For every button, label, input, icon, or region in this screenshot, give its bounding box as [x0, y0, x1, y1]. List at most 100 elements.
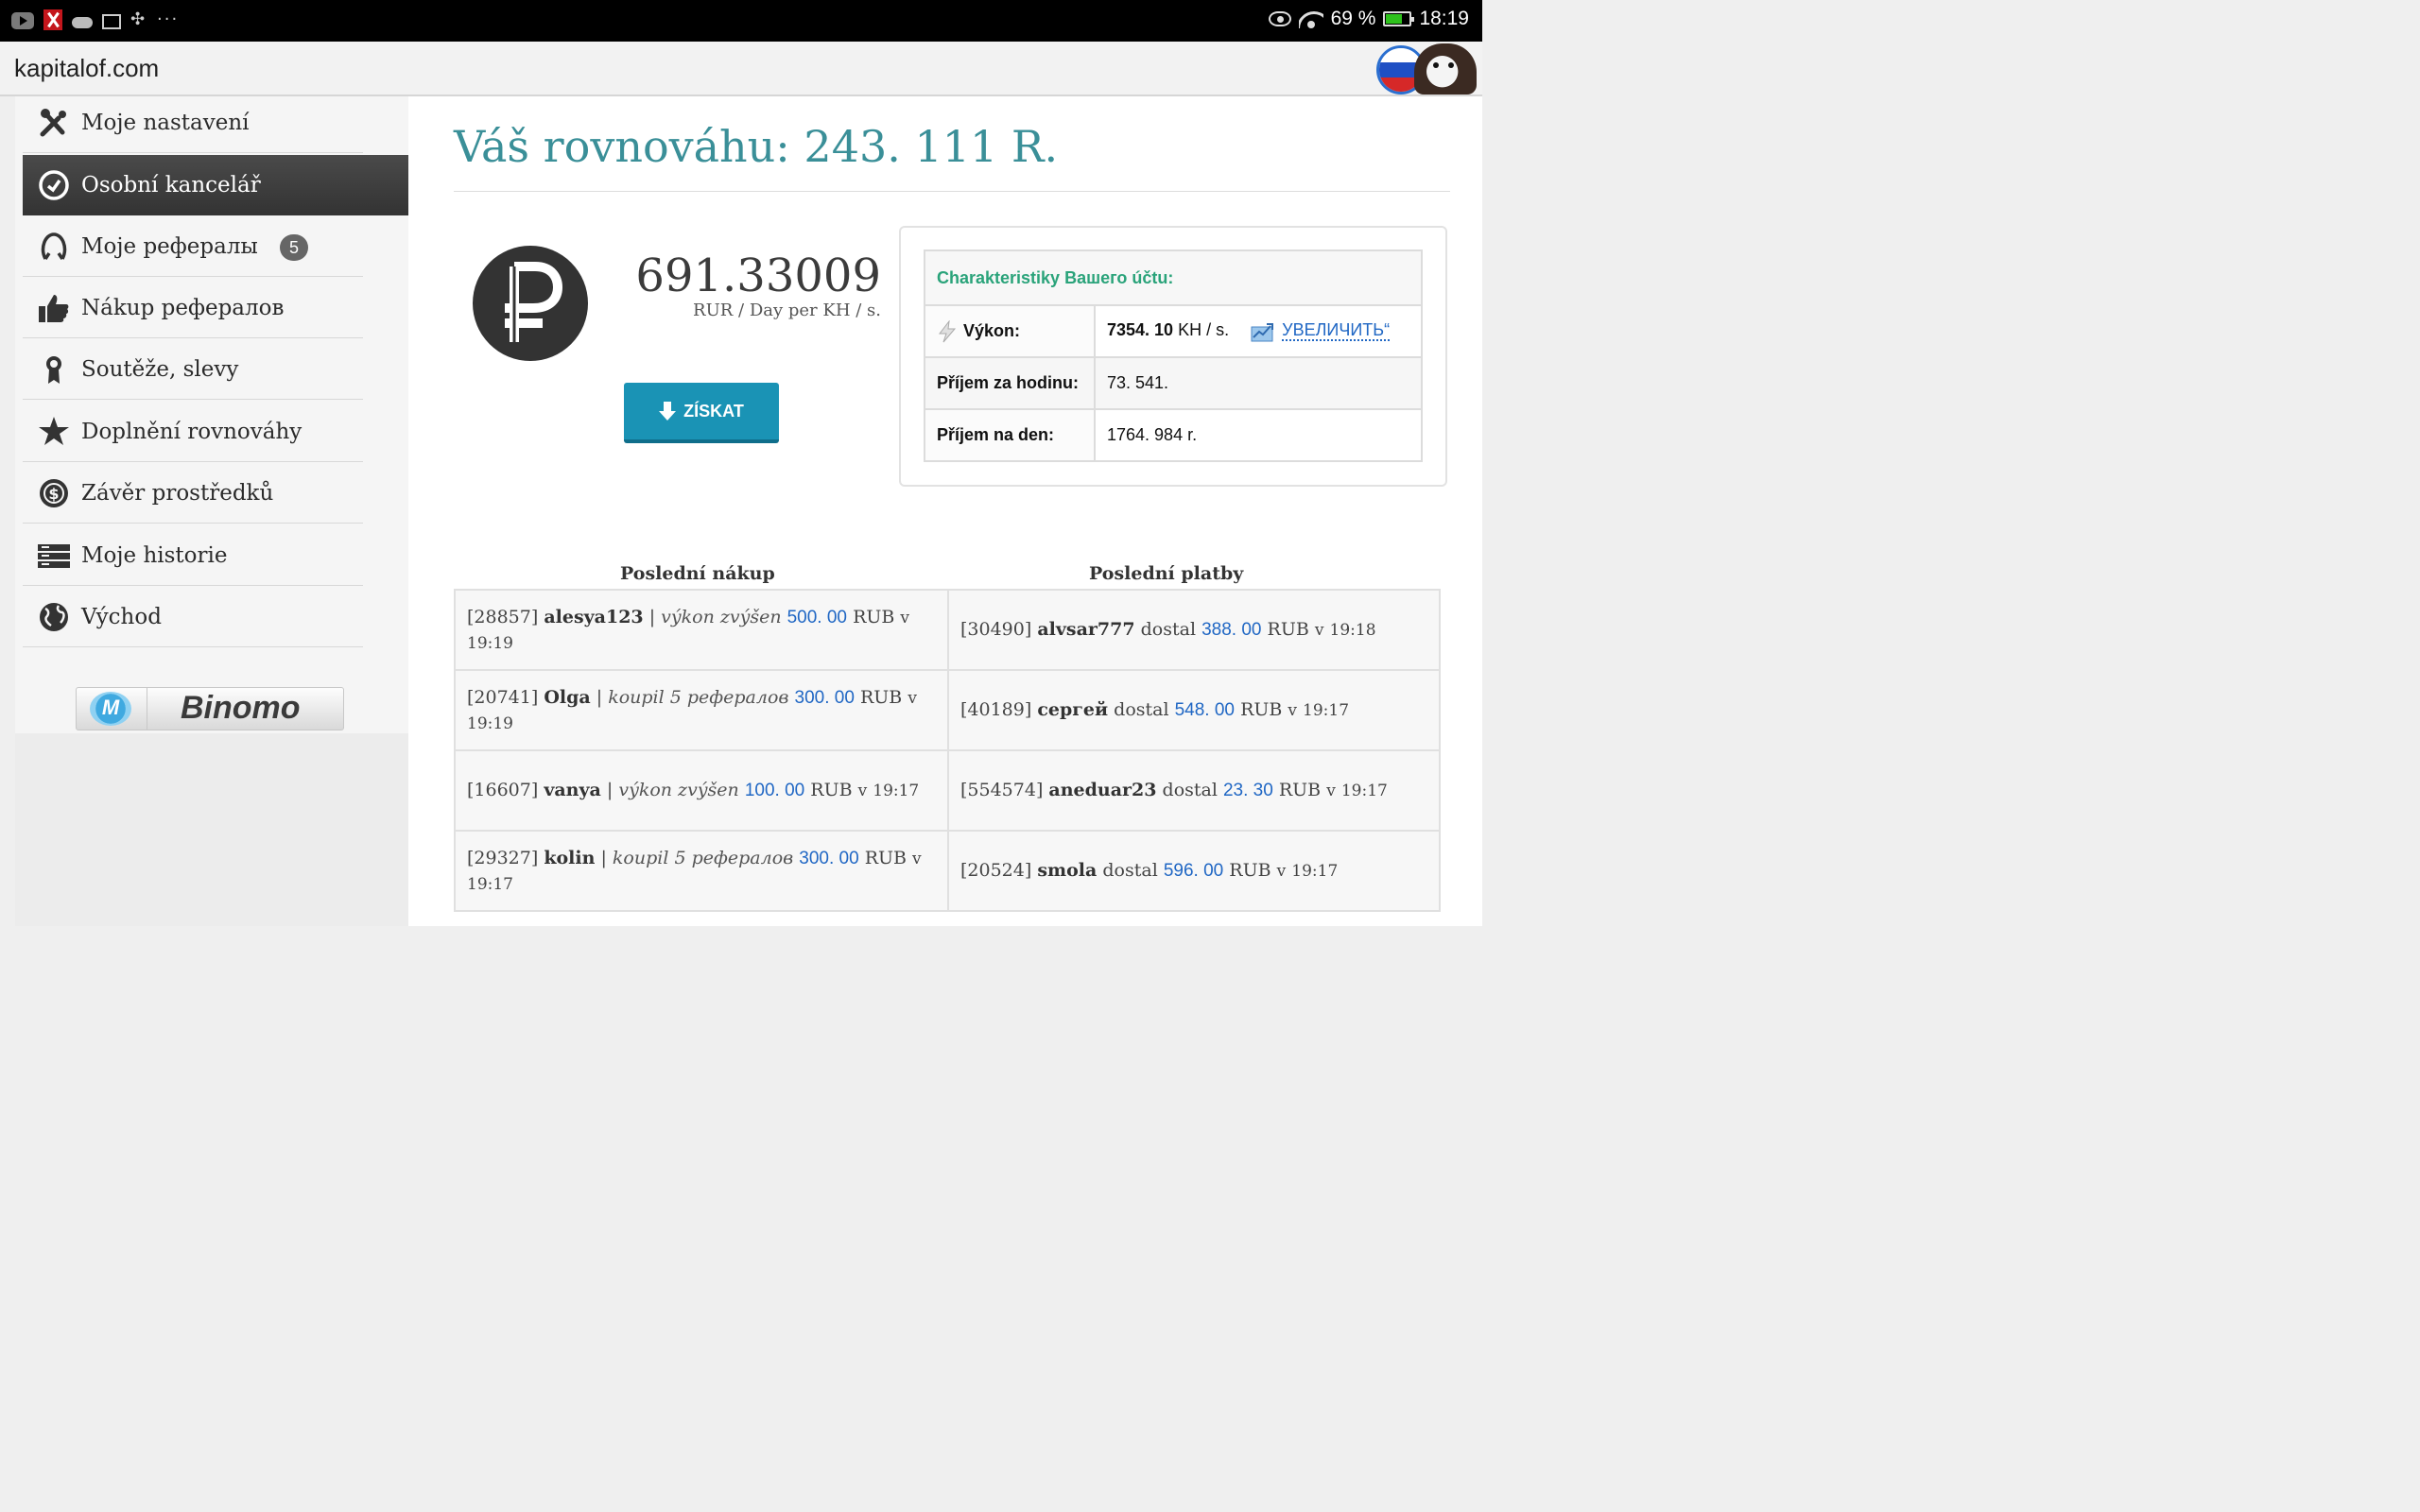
separator: | — [648, 606, 656, 627]
purchase-cell: [20741] Olga | koupil 5 рефералов 300. 0… — [454, 669, 949, 751]
payment-cell: [20524] smola dostal 596. 00 RUB v 19:17 — [947, 830, 1441, 912]
eye-icon — [1268, 11, 1291, 26]
payment-time: 19:18 — [1329, 621, 1376, 640]
purchase-currency: RUB — [810, 780, 853, 800]
payment-id: [40189] — [960, 699, 1032, 720]
sidebar-item-label: Nákup рефералов — [81, 295, 285, 320]
purchase-at: v — [900, 608, 909, 627]
purchase-amount: 300. 00 — [794, 687, 855, 708]
hour-income-label: Příjem za hodinu: — [924, 356, 1096, 410]
system-indicators: 69 % 18:19 — [1268, 8, 1469, 30]
last-payments-header: Poslední platby — [1089, 563, 1244, 584]
notification-icons: ✣ ··· — [11, 9, 179, 30]
sidebar-item-label: Osobní kancelář — [81, 173, 261, 198]
sidebar-item-label: Moje historie — [81, 542, 228, 568]
account-stats-table: Charakteristiky Вашего účtu: Výkon: 7354… — [924, 249, 1423, 462]
clock: 18:19 — [1419, 8, 1469, 29]
purchase-user: Olga — [544, 686, 591, 708]
purchase-id: [29327] — [467, 847, 539, 868]
get-button[interactable]: ZÍSKAT — [624, 383, 779, 443]
purchase-currency: RUB — [853, 606, 895, 627]
page-title: Váš rovnováhu: 243. 111 R. — [454, 121, 1059, 172]
power-value-cell: 7354. 10 KH / s. УВЕЛИЧИТЬ“ — [1094, 304, 1423, 358]
url-text[interactable]: kapitalof.com — [14, 54, 159, 83]
growth-chart-icon — [1251, 322, 1274, 342]
day-income-label: Příjem na den: — [924, 408, 1096, 462]
status-bar: ✣ ··· 69 % 18:19 — [0, 0, 1482, 42]
table-row: [16607] vanya | výkon zvýšen 100. 00 RUB… — [454, 749, 1441, 832]
purchase-amount: 100. 00 — [744, 781, 805, 800]
x-app-icon — [43, 9, 62, 30]
sidebar-item-contests[interactable]: Soutěže, slevy — [23, 339, 363, 400]
payment-at: v — [1288, 701, 1297, 720]
svg-text:$: $ — [48, 485, 59, 503]
payment-user: aneduar23 — [1048, 780, 1157, 800]
purchase-amount: 300. 00 — [799, 848, 859, 868]
purchase-time: 19:17 — [873, 782, 920, 800]
separator: | — [606, 780, 614, 800]
payment-amount: 596. 00 — [1163, 861, 1224, 881]
pinwheel-icon: ✣ — [130, 9, 146, 29]
purchase-currency: RUB — [859, 686, 903, 708]
purchase-id: [20741] — [467, 686, 539, 708]
payment-cell: [30490] alvsar777 dostal 388. 00 RUB v 1… — [947, 589, 1441, 671]
sidebar-item-label: Moje рефералы — [81, 233, 258, 259]
payment-user: alvsar777 — [1037, 619, 1135, 640]
purchase-at: v — [912, 849, 922, 868]
purchase-currency: RUB — [864, 847, 907, 868]
power-unit: KH / s. — [1178, 320, 1230, 340]
sidebar-item-history[interactable]: Moje historie — [23, 525, 363, 586]
get-button-label: ZÍSKAT — [683, 401, 744, 421]
hour-income-value: 73. 541. — [1094, 356, 1423, 410]
purchase-action: výkon zvýšen — [661, 606, 782, 627]
lightning-icon — [938, 319, 957, 342]
payment-amount: 23. 30 — [1222, 781, 1273, 800]
increase-link[interactable]: УВЕЛИЧИТЬ“ — [1282, 320, 1391, 342]
purchase-id: [16607] — [467, 780, 539, 800]
sidebar-item-settings[interactable]: Moje nastavení — [23, 93, 363, 153]
separator: | — [596, 686, 603, 708]
purchase-id: [28857] — [467, 606, 539, 627]
purchase-at: v — [908, 688, 917, 708]
battery-level-fill — [1386, 14, 1402, 24]
sidebar-item-logout[interactable]: Východ — [23, 587, 363, 647]
separator: | — [600, 847, 607, 868]
sidebar-item-label: Soutěže, slevy — [81, 356, 239, 382]
main-content: Váš rovnováhu: 243. 111 R. 691.33009 RUR… — [408, 96, 1482, 926]
sidebar-item-top-up[interactable]: Doplnění rovnováhy — [23, 402, 363, 462]
payment-at: v — [1326, 782, 1336, 800]
table-row: [28857] alesya123 | výkon zvýšen 500. 00… — [454, 589, 1441, 671]
binomo-logo-icon — [90, 692, 131, 726]
profile-avatar[interactable] — [1376, 43, 1478, 94]
sidebar-item-withdraw[interactable]: $ Závěr prostředků — [23, 463, 363, 524]
award-icon — [38, 353, 70, 386]
purchase-time: 19:19 — [467, 633, 513, 653]
tools-icon — [38, 107, 70, 139]
payment-currency: RUB — [1278, 780, 1322, 800]
clock-icon — [38, 169, 70, 201]
sidebar-item-buy-referrals[interactable]: Nákup рефералов — [23, 278, 363, 338]
binomo-ad-banner[interactable]: Binomo — [76, 687, 344, 730]
payment-time: 19:17 — [1340, 782, 1388, 800]
payment-action: dostal — [1114, 699, 1169, 720]
power-label: Výkon: — [963, 320, 1021, 340]
sidebar-footer-area — [15, 733, 408, 926]
referrals-icon — [38, 231, 70, 263]
activity-feed-table: [28857] alesya123 | výkon zvýšen 500. 00… — [454, 589, 1441, 912]
last-purchases-header: Poslední nákup — [620, 563, 775, 584]
browser-url-bar[interactable]: kapitalof.com — [0, 42, 1482, 96]
purchase-at: v — [857, 782, 868, 800]
thumbs-up-icon — [38, 292, 70, 324]
sidebar-item-personal-office[interactable]: Osobní kancelář — [23, 155, 435, 215]
payment-time: 19:17 — [1303, 701, 1350, 720]
binomo-brand: Binomo — [181, 690, 301, 726]
payment-cell: [40189] сергей dostal 548. 00 RUB v 19:1… — [947, 669, 1441, 751]
purchase-user: alesya123 — [544, 606, 644, 627]
payment-cell: [554574] aneduar23 dostal 23. 30 RUB v 1… — [947, 749, 1441, 832]
sidebar-item-referrals[interactable]: Moje рефералы 5 — [23, 216, 363, 277]
sidebar-item-label: Závěr prostředků — [81, 480, 274, 506]
sidebar-item-label: Doplnění rovnováhy — [81, 419, 302, 444]
mail-icon — [102, 13, 121, 29]
income-rate-unit: RUR / Day per KH / s. — [693, 301, 881, 320]
payment-at: v — [1276, 862, 1287, 881]
